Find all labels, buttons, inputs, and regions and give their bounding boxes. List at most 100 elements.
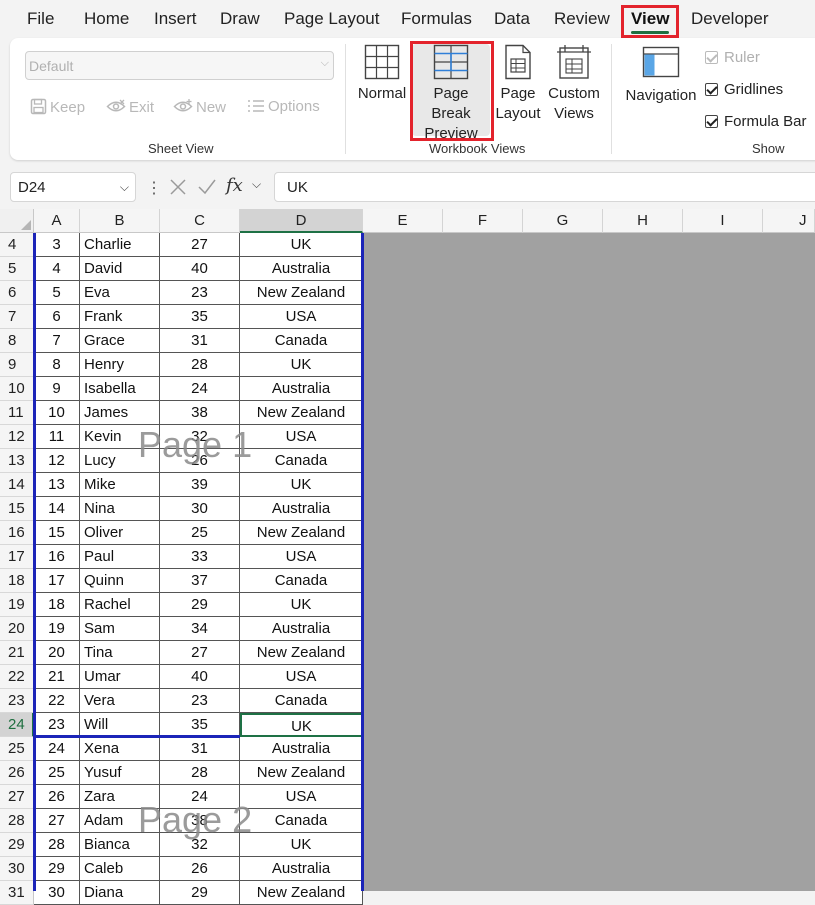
cell-a[interactable]: 26 [34,785,80,809]
row-header[interactable]: 19 [0,593,34,617]
cell-b[interactable]: David [80,257,160,281]
tab-home[interactable]: Home [84,9,129,29]
cell-d[interactable]: Australia [240,497,363,521]
row-header[interactable]: 4 [0,233,34,257]
column-header-i[interactable]: I [683,209,763,233]
select-all-corner[interactable] [0,209,34,233]
more-options-icon[interactable]: ⋮ [146,178,162,198]
cell-a[interactable]: 15 [34,521,80,545]
tab-formulas[interactable]: Formulas [401,9,472,29]
cell-a[interactable]: 14 [34,497,80,521]
column-header-j[interactable]: J [763,209,815,233]
cell-b[interactable]: Nina [80,497,160,521]
cell-b[interactable]: Bianca [80,833,160,857]
cell-a[interactable]: 4 [34,257,80,281]
cell-c[interactable]: 31 [160,737,240,761]
row-header[interactable]: 15 [0,497,34,521]
cell-a[interactable]: 21 [34,665,80,689]
row-header[interactable]: 27 [0,785,34,809]
cell-a[interactable]: 9 [34,377,80,401]
cell-a[interactable]: 11 [34,425,80,449]
cell-b[interactable]: James [80,401,160,425]
chevron-down-icon[interactable]: ⌵ [252,177,261,192]
cell-b[interactable]: Oliver [80,521,160,545]
cell-d[interactable]: USA [240,785,363,809]
cell-d[interactable]: UK [240,833,363,857]
row-header[interactable]: 18 [0,569,34,593]
cell-c[interactable]: 37 [160,569,240,593]
cell-c[interactable]: 29 [160,881,240,905]
cell-b[interactable]: Isabella [80,377,160,401]
tab-developer[interactable]: Developer [691,9,769,29]
row-header[interactable]: 5 [0,257,34,281]
cell-d[interactable]: USA [240,545,363,569]
cell-c[interactable]: 40 [160,665,240,689]
column-header-c[interactable]: C [160,209,240,233]
gridlines-checkbox[interactable] [705,83,718,96]
cell-d[interactable]: UK [240,353,363,377]
cell-d[interactable]: Australia [240,617,363,641]
row-header[interactable]: 10 [0,377,34,401]
cell-c[interactable]: 32 [160,833,240,857]
cell-b[interactable]: Quinn [80,569,160,593]
cell-a[interactable]: 13 [34,473,80,497]
cell-d[interactable]: UK [240,233,363,257]
cell-a[interactable]: 16 [34,545,80,569]
cell-a[interactable]: 3 [34,233,80,257]
cell-a[interactable]: 29 [34,857,80,881]
cell-b[interactable]: Sam [80,617,160,641]
tab-insert[interactable]: Insert [154,9,197,29]
row-header[interactable]: 24 [0,713,34,737]
cell-b[interactable]: Tina [80,641,160,665]
cell-c[interactable]: 33 [160,545,240,569]
cell-a[interactable]: 24 [34,737,80,761]
cell-b[interactable]: Yusuf [80,761,160,785]
cell-c[interactable]: 28 [160,761,240,785]
row-header[interactable]: 17 [0,545,34,569]
cell-d[interactable]: New Zealand [240,761,363,785]
formula-input[interactable]: UK [274,172,815,202]
row-header[interactable]: 21 [0,641,34,665]
row-header[interactable]: 22 [0,665,34,689]
cell-c[interactable]: 26 [160,857,240,881]
cell-a[interactable]: 7 [34,329,80,353]
cell-c[interactable]: 23 [160,689,240,713]
row-header[interactable]: 29 [0,833,34,857]
cell-d[interactable]: Australia [240,257,363,281]
row-header[interactable]: 6 [0,281,34,305]
cell-d[interactable]: UK [240,473,363,497]
cell-b[interactable]: Vera [80,689,160,713]
cell-a[interactable]: 19 [34,617,80,641]
row-header[interactable]: 23 [0,689,34,713]
cell-d[interactable]: Australia [240,857,363,881]
custom-views-button[interactable]: Custom Views [544,44,604,124]
cell-b[interactable]: Rachel [80,593,160,617]
cell-c[interactable]: 35 [160,305,240,329]
page-break-line-horizontal[interactable] [34,735,240,738]
row-header[interactable]: 31 [0,881,34,905]
cell-c[interactable]: 28 [160,353,240,377]
cell-b[interactable]: Diana [80,881,160,905]
row-header[interactable]: 26 [0,761,34,785]
row-header[interactable]: 8 [0,329,34,353]
exit-button[interactable]: Exit [106,98,154,116]
enter-check-icon[interactable] [197,178,217,196]
name-box[interactable]: D24 ⌵ [10,172,136,202]
cell-b[interactable]: Caleb [80,857,160,881]
cell-d[interactable]: Canada [240,689,363,713]
column-header-g[interactable]: G [523,209,603,233]
cell-b[interactable]: Lucy [80,449,160,473]
cell-a[interactable]: 20 [34,641,80,665]
row-header[interactable]: 14 [0,473,34,497]
cell-b[interactable]: Zara [80,785,160,809]
cell-c[interactable]: 24 [160,377,240,401]
cell-c[interactable]: 39 [160,473,240,497]
column-header-h[interactable]: H [603,209,683,233]
row-header[interactable]: 11 [0,401,34,425]
cell-b[interactable]: Frank [80,305,160,329]
page-layout-view-button[interactable]: Page Layout [494,44,542,124]
cell-a[interactable]: 30 [34,881,80,905]
gridlines-checkbox-row[interactable]: Gridlines [705,81,783,98]
tab-data[interactable]: Data [494,9,530,29]
cell-a[interactable]: 6 [34,305,80,329]
